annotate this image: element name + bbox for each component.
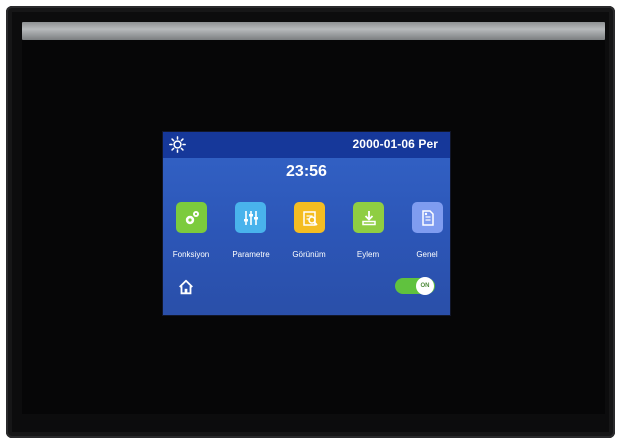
genel-label: Genel [416, 250, 438, 259]
fonksiyon-button[interactable] [176, 202, 207, 233]
genel-button[interactable] [412, 202, 443, 233]
view-icon [302, 210, 318, 226]
document-icon [421, 209, 434, 226]
sliders-icon [243, 210, 258, 225]
power-toggle[interactable]: ON [395, 277, 435, 295]
eylem-button[interactable] [353, 202, 384, 233]
eylem-label: Eylem [356, 250, 380, 259]
parametre-button[interactable] [235, 202, 266, 233]
gorunum-label: Görünüm [292, 250, 326, 259]
toggle-knob: ON [416, 277, 434, 295]
gorunum-button[interactable] [294, 202, 325, 233]
touch-screen: 2000-01-06 Per 23:56 Fonksiyon Parametre [163, 132, 450, 315]
download-icon [361, 210, 376, 225]
date-label: 2000-01-06 Per [352, 137, 438, 151]
home-icon[interactable] [177, 278, 195, 296]
status-bar: 2000-01-06 Per [163, 132, 450, 158]
toggle-label: ON [420, 283, 430, 289]
clock-time: 23:56 [286, 163, 327, 180]
fonksiyon-label: Fonksiyon [172, 250, 210, 259]
parametre-label: Parametre [232, 250, 270, 259]
sun-icon[interactable] [169, 136, 186, 153]
bezel-strip [22, 22, 605, 40]
gears-icon [185, 210, 199, 224]
